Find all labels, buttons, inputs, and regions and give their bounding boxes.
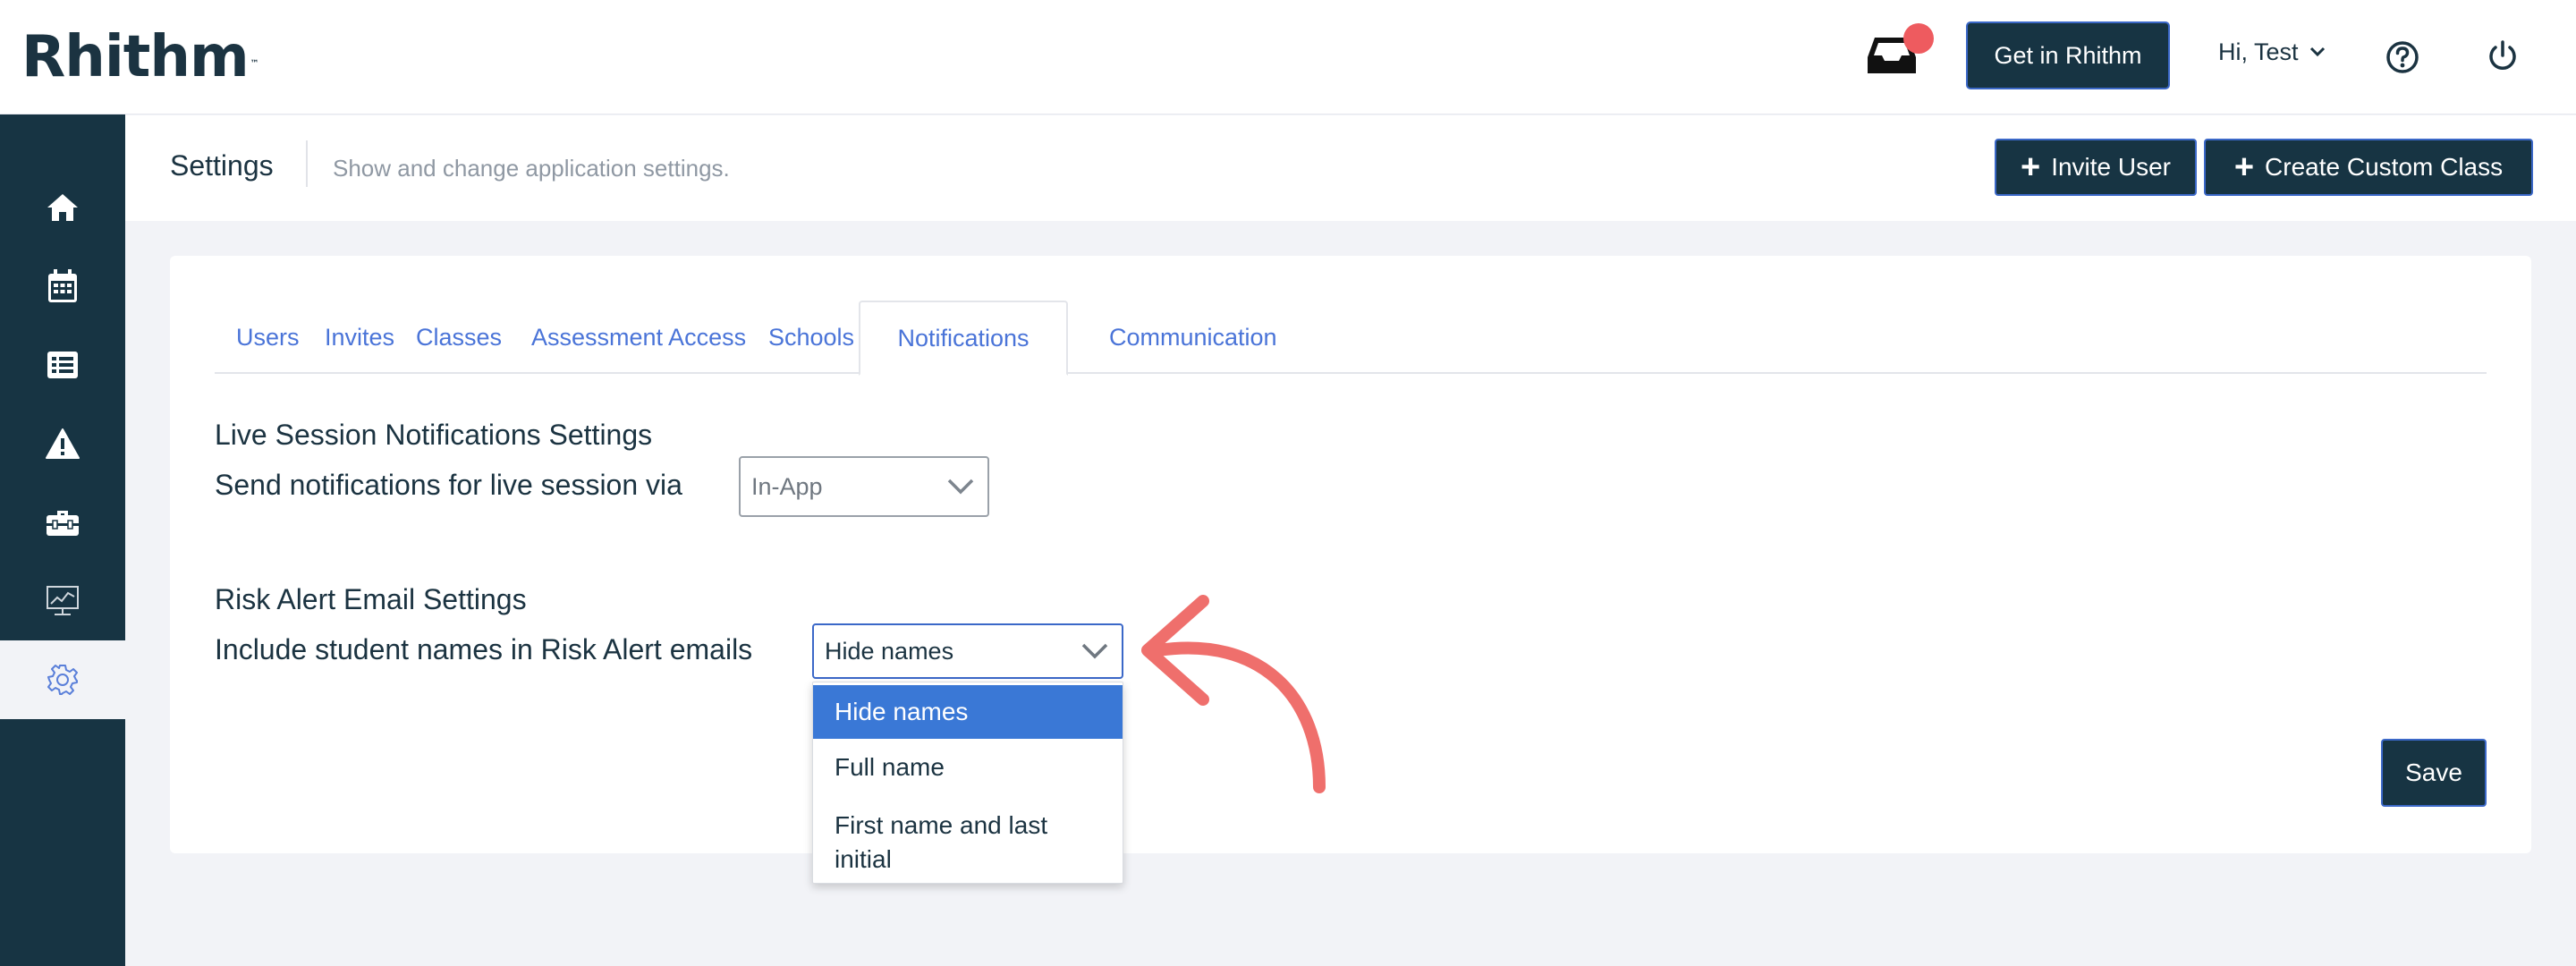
live-session-select[interactable]: In-App xyxy=(739,456,989,517)
sidebar xyxy=(0,114,125,966)
risk-alert-dropdown: Hide names Full name First name and last… xyxy=(812,682,1123,884)
settings-tabs: Users Invites Classes Assessment Access … xyxy=(215,301,2487,376)
warning-icon xyxy=(46,428,80,459)
get-in-rhithm-button[interactable]: Get in Rhithm xyxy=(1966,21,2170,89)
risk-alert-select[interactable]: Hide names xyxy=(812,623,1123,679)
risk-alert-title: Risk Alert Email Settings xyxy=(215,583,527,615)
gear-icon xyxy=(47,665,78,695)
sidebar-item-alerts[interactable] xyxy=(0,404,125,483)
risk-alert-select-value: Hide names xyxy=(825,637,954,665)
page-header: Settings Show and change application set… xyxy=(125,115,2576,221)
live-session-select-value: In-App xyxy=(751,472,823,500)
tab-communication[interactable]: Communication xyxy=(1109,301,1277,374)
chevron-down-icon xyxy=(2309,47,2325,57)
option-full-name[interactable]: Full name xyxy=(813,741,1123,794)
plus-icon: + xyxy=(2020,148,2041,186)
list-icon xyxy=(47,352,78,378)
settings-card: Users Invites Classes Assessment Access … xyxy=(170,256,2531,853)
tab-notifications[interactable]: Notifications xyxy=(859,301,1068,376)
power-icon[interactable] xyxy=(2485,38,2521,73)
tab-invites[interactable]: Invites xyxy=(325,301,394,374)
option-line-1: First name and last xyxy=(835,811,1048,839)
chevron-down-icon xyxy=(1081,643,1108,659)
tab-schools[interactable]: Schools xyxy=(768,301,854,374)
page-subtitle: Show and change application settings. xyxy=(333,155,730,182)
logo-trademark: ™ xyxy=(250,59,259,69)
calendar-icon xyxy=(48,269,77,302)
sidebar-item-settings[interactable] xyxy=(0,640,125,719)
toolbox-icon xyxy=(47,511,79,536)
sidebar-item-calendar[interactable] xyxy=(0,247,125,326)
live-session-label: Send notifications for live session via xyxy=(215,469,682,501)
help-icon[interactable] xyxy=(2385,39,2420,75)
sidebar-item-toolbox[interactable] xyxy=(0,483,125,562)
chevron-down-icon xyxy=(947,479,974,495)
annotation-arrow xyxy=(1141,595,1326,793)
tab-assessment-access[interactable]: Assessment Access xyxy=(531,301,746,374)
option-first-name-last-initial[interactable]: First name and last initial xyxy=(813,796,1123,882)
option-hide-names[interactable]: Hide names xyxy=(813,685,1123,739)
create-custom-class-button[interactable]: + Create Custom Class xyxy=(2204,139,2533,196)
save-button[interactable]: Save xyxy=(2381,739,2487,807)
user-greeting: Hi, Test xyxy=(2218,38,2299,65)
sidebar-item-reports[interactable] xyxy=(0,562,125,640)
title-divider xyxy=(306,140,308,187)
logo-text: Rhithm xyxy=(21,24,250,90)
plus-icon: + xyxy=(2233,148,2255,186)
notification-badge xyxy=(1903,23,1934,54)
create-custom-class-label: Create Custom Class xyxy=(2265,153,2504,181)
rhithm-logo[interactable]: Rhithm ™ xyxy=(21,23,259,91)
invite-user-label: Invite User xyxy=(2051,153,2172,181)
live-session-title: Live Session Notifications Settings xyxy=(215,419,653,451)
option-line-2: initial xyxy=(835,845,892,873)
page-title: Settings xyxy=(170,149,274,182)
home-icon xyxy=(47,194,78,221)
risk-alert-label: Include student names in Risk Alert emai… xyxy=(215,633,753,665)
invite-user-button[interactable]: + Invite User xyxy=(1995,139,2197,196)
top-header: Rhithm ™ Get in Rhithm Hi, Test xyxy=(0,0,2576,114)
sidebar-item-home[interactable] xyxy=(0,168,125,247)
sidebar-item-list[interactable] xyxy=(0,326,125,404)
user-menu[interactable]: Hi, Test xyxy=(2218,34,2326,70)
tab-users[interactable]: Users xyxy=(236,301,300,374)
monitor-chart-icon xyxy=(47,586,79,615)
tab-classes[interactable]: Classes xyxy=(416,301,502,374)
